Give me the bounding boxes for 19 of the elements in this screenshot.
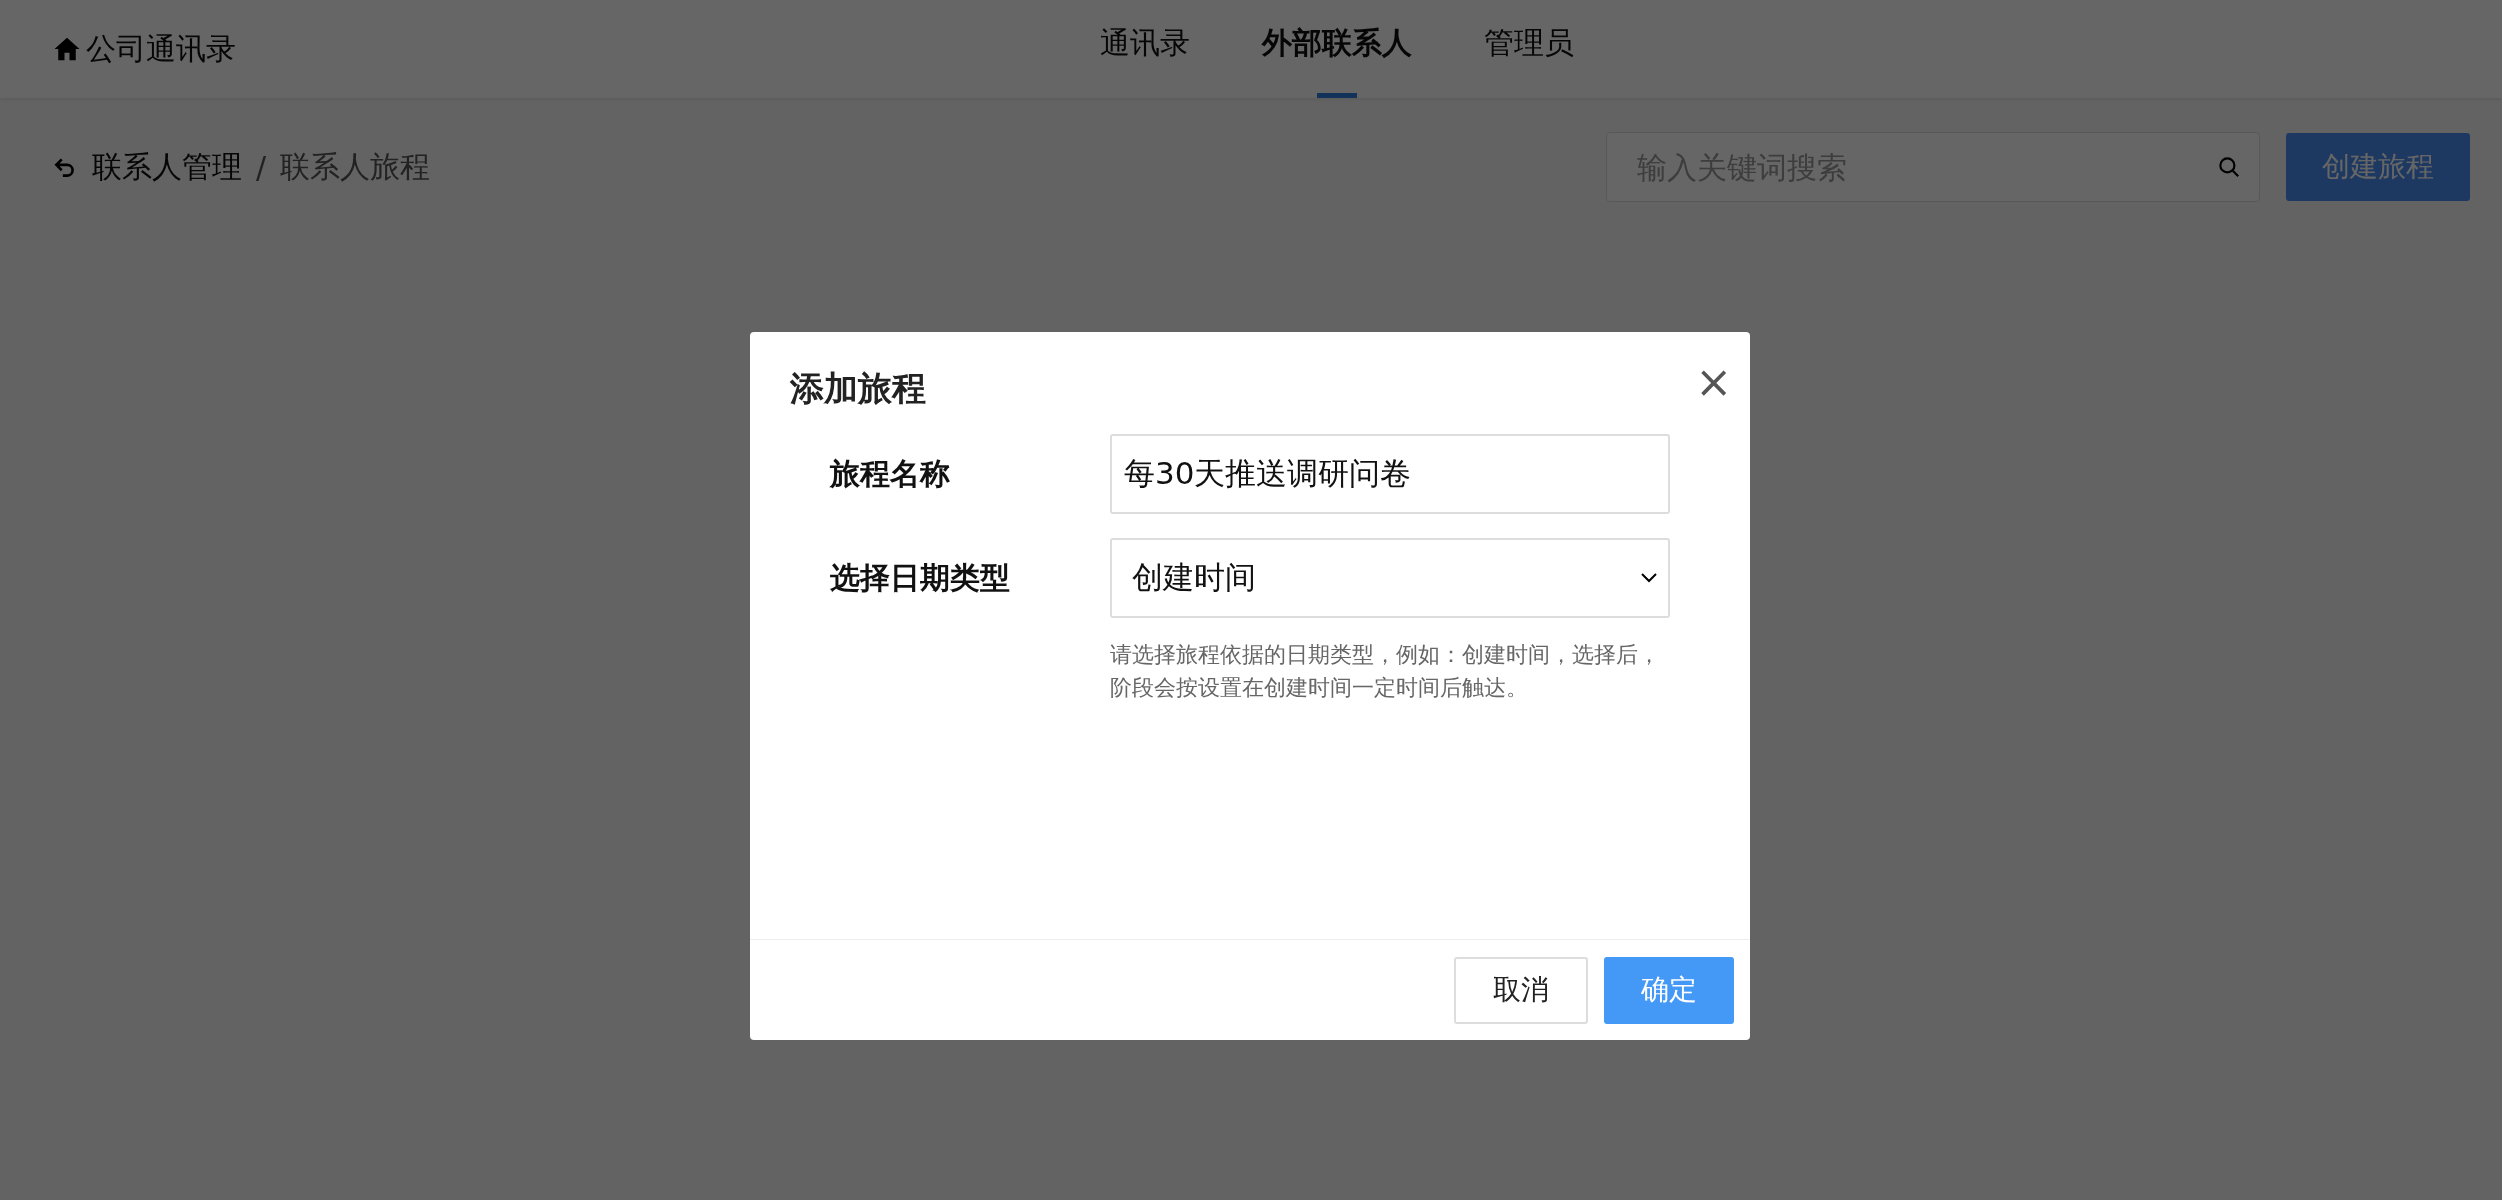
close-button[interactable]: × <box>1695 360 1732 404</box>
confirm-button[interactable]: 确定 <box>1604 956 1734 1024</box>
field-label: 选择日期类型 <box>830 559 1011 597</box>
text-input[interactable]: 每30天推送调研问卷 <box>1110 434 1670 514</box>
field-label: 旅程名称 <box>830 455 951 493</box>
create-button[interactable]: 创建旅程 <box>2286 133 2470 201</box>
dropdown[interactable]: 创建时间 <box>1110 538 1670 618</box>
breadcrumb-separator: / <box>256 149 267 185</box>
cancel-button[interactable]: 取消 <box>1454 956 1588 1024</box>
nav-tab[interactable]: 通讯录 <box>1100 0 1190 98</box>
hint-text: 请选择旅程依据的日期类型，例如：创建时间，选择后，阶段会按设置在创建时间一定时间后触达。 <box>1110 641 1661 702</box>
dialog-title: 添加旅程 <box>790 367 926 410</box>
breadcrumb-current: 联系人旅程 <box>280 147 431 186</box>
nav-tab[interactable]: 外部联系人 <box>1262 0 1412 98</box>
nav-tab[interactable]: 管理员 <box>1484 0 1574 98</box>
breadcrumb-link[interactable]: 联系人管理 <box>92 146 242 188</box>
search-icon <box>2216 154 2242 180</box>
chevron-down-icon <box>1640 572 1658 584</box>
app-title: 公司通讯录 <box>86 29 236 68</box>
